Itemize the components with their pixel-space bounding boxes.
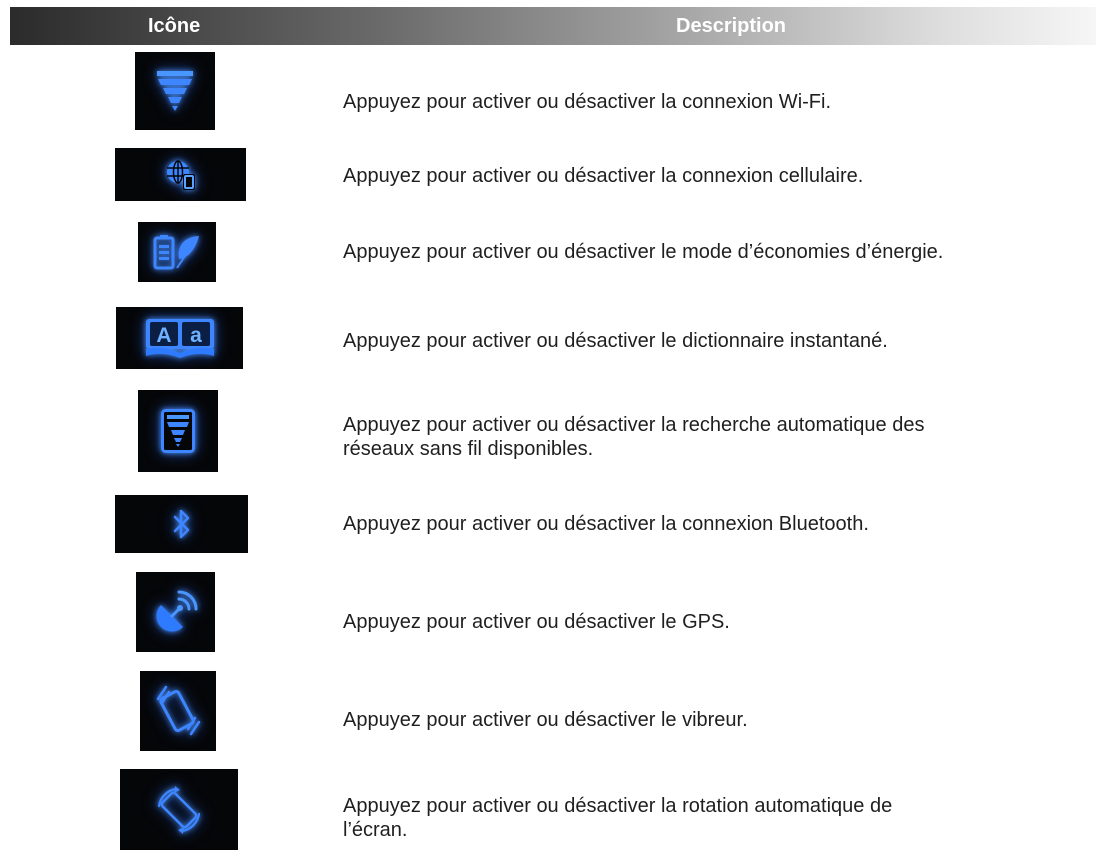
table-row-power-saving: Appuyez pour activer ou désactiver le mo… xyxy=(10,222,1096,282)
description-dictionary: Appuyez pour activer ou désactiver le di… xyxy=(343,329,888,353)
wifi-icon[interactable] xyxy=(135,52,215,130)
bluetooth-icon[interactable] xyxy=(115,495,248,553)
description-line: l’écran. xyxy=(343,819,408,841)
description-vibrate: Appuyez pour activer ou désactiver le vi… xyxy=(343,708,748,732)
description-line: Appuyez pour activer ou désactiver la co… xyxy=(343,91,832,113)
header-icon-column: Icône xyxy=(148,15,201,37)
description-bluetooth: Appuyez pour activer ou désactiver la co… xyxy=(343,512,869,536)
table-row-wifi: Appuyez pour activer ou désactiver la co… xyxy=(10,52,1096,130)
description-line: Appuyez pour activer ou désactiver le di… xyxy=(343,330,888,352)
auto-rotate-icon[interactable] xyxy=(120,769,238,850)
vibrate-icon[interactable] xyxy=(140,671,216,751)
table-header: Icône Description xyxy=(10,7,1096,45)
description-line: Appuyez pour activer ou désactiver le GP… xyxy=(343,611,730,633)
svg-text:a: a xyxy=(190,324,202,347)
description-line: Appuyez pour activer ou désactiver le vi… xyxy=(343,709,748,731)
description-line: Appuyez pour activer ou désactiver la ro… xyxy=(343,795,893,817)
description-power-saving: Appuyez pour activer ou désactiver le mo… xyxy=(343,240,943,264)
description-line: réseaux sans fil disponibles. xyxy=(343,438,594,460)
description-wifi: Appuyez pour activer ou désactiver la co… xyxy=(343,90,831,114)
table-row-network-scan: Appuyez pour activer ou désactiver la re… xyxy=(10,390,1096,472)
description-line: Appuyez pour activer ou désactiver le mo… xyxy=(343,241,944,263)
description-auto-rotate: Appuyez pour activer ou désactiver la ro… xyxy=(343,794,892,842)
description-line: Appuyez pour activer ou désactiver la co… xyxy=(343,165,864,187)
header-description-column: Description xyxy=(676,15,787,37)
description-gps: Appuyez pour activer ou désactiver le GP… xyxy=(343,610,730,634)
power-saving-icon[interactable] xyxy=(138,222,216,282)
table-row-auto-rotate: Appuyez pour activer ou désactiver la ro… xyxy=(10,769,1096,851)
cellular-icon[interactable] xyxy=(115,148,246,201)
table-row-gps: Appuyez pour activer ou désactiver le GP… xyxy=(10,572,1096,652)
svg-text:A: A xyxy=(156,324,171,347)
description-network-scan: Appuyez pour activer ou désactiver la re… xyxy=(343,413,924,461)
gps-icon[interactable] xyxy=(136,572,215,652)
table-row-bluetooth: Appuyez pour activer ou désactiver la co… xyxy=(10,495,1096,553)
description-line: Appuyez pour activer ou désactiver la co… xyxy=(343,513,869,535)
description-cellular: Appuyez pour activer ou désactiver la co… xyxy=(343,164,863,188)
table-row-vibrate: Appuyez pour activer ou désactiver le vi… xyxy=(10,671,1096,751)
description-line: Appuyez pour activer ou désactiver la re… xyxy=(343,414,925,436)
table-row-dictionary: A a Appuyez pour activer ou désactiver l… xyxy=(10,307,1096,369)
table-row-cellular: Appuyez pour activer ou désactiver la co… xyxy=(10,148,1096,204)
network-scan-icon[interactable] xyxy=(138,390,218,472)
dictionary-icon[interactable]: A a xyxy=(116,307,243,369)
